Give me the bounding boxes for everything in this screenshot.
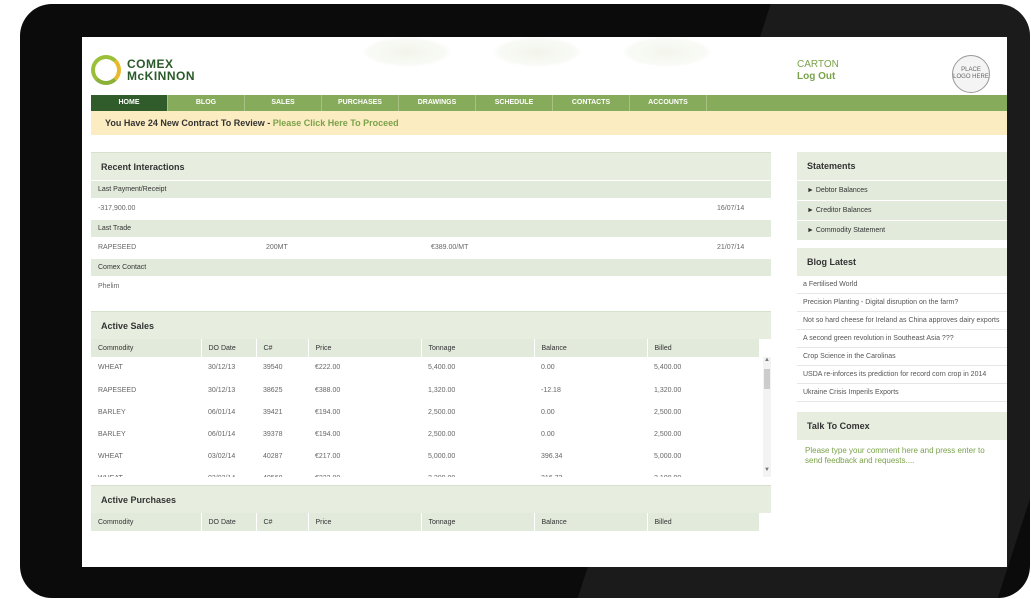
active-sales-title: Active Sales: [91, 311, 771, 339]
recent-interactions-title: Recent Interactions: [91, 152, 771, 180]
logout-link[interactable]: Log Out: [797, 71, 839, 83]
table-row[interactable]: BARLEY 06/01/14 39378 €194.00 2,500.00 0.00 2,…: [91, 423, 760, 446]
comex-contact-label: Comex Contact: [91, 258, 771, 276]
last-payment-row: -317,900.00 16/07/14: [91, 198, 771, 219]
table-row[interactable]: RAPESEED 30/12/13 38625 €388.00 1,320.00 -12.…: [91, 379, 760, 402]
last-payment-value: -317,900.00: [98, 205, 136, 212]
col-balance[interactable]: Balance: [534, 339, 648, 357]
table-row[interactable]: WHEAT03/03/1440560€222.002,200.00316.732…: [91, 467, 760, 477]
scroll-up-icon[interactable]: ▲: [764, 357, 770, 363]
alert-text: You Have 24 New Contract To Review -: [105, 118, 273, 128]
scroll-thumb[interactable]: [764, 369, 770, 389]
blog-item[interactable]: Ukraine Crisis Imperils Exports: [797, 384, 1007, 402]
sidebar: Statements ► Debtor Balances ► Creditor …: [797, 152, 1007, 472]
app-screen: COMEX McKINNON CARTON Log Out PLACE LOGO…: [82, 37, 1007, 567]
nav-purchases[interactable]: PURCHASES: [322, 95, 399, 111]
statement-debtor-balances[interactable]: ► Debtor Balances: [797, 180, 1007, 200]
nav-drawings[interactable]: DRAWINGS: [399, 95, 476, 111]
active-sales-header: Commodity DO Date C# Price Tonnage Balan…: [91, 339, 760, 357]
blog-item[interactable]: USDA re-inforces its prediction for reco…: [797, 366, 1007, 384]
blog-latest-title: Blog Latest: [797, 248, 1007, 276]
sales-scrollbar[interactable]: ▲ ▼: [763, 357, 771, 477]
col-price[interactable]: Price: [308, 513, 422, 531]
col-tonnage[interactable]: Tonnage: [421, 513, 535, 531]
nav-home[interactable]: HOME: [91, 95, 168, 111]
brand-logo[interactable]: COMEX McKINNON: [91, 55, 195, 85]
trade-commodity: RAPESEED: [98, 244, 137, 251]
comex-contact-row: Phelim: [91, 276, 771, 297]
scroll-down-icon[interactable]: ▼: [764, 467, 770, 473]
last-trade-row: RAPESEED 200MT €389.00/MT 21/07/14: [91, 237, 771, 258]
col-tonnage[interactable]: Tonnage: [421, 339, 535, 357]
nav-accounts[interactable]: ACCOUNTS: [630, 95, 707, 111]
col-contract[interactable]: C#: [256, 339, 309, 357]
col-do-date[interactable]: DO Date: [201, 513, 257, 531]
statement-creditor-balances[interactable]: ► Creditor Balances: [797, 200, 1007, 220]
trade-price: €389.00/MT: [431, 244, 469, 251]
statement-commodity[interactable]: ► Commodity Statement: [797, 220, 1007, 240]
nav-sales[interactable]: SALES: [245, 95, 322, 111]
header-leaf-decoration: [362, 37, 812, 77]
nav-contacts[interactable]: CONTACTS: [553, 95, 630, 111]
nav-blog[interactable]: BLOG: [168, 95, 245, 111]
table-row[interactable]: BARLEY 06/01/14 39421 €194.00 2,500.00 0.00 2,…: [91, 401, 760, 424]
blog-item[interactable]: Not so hard cheese for Ireland as China …: [797, 312, 1007, 330]
blog-item[interactable]: A second green revolution in Southeast A…: [797, 330, 1007, 348]
nav-schedule[interactable]: SCHEDULE: [476, 95, 553, 111]
client-logo-placeholder: PLACE LOGO HERE: [952, 55, 990, 93]
user-block: CARTON Log Out: [797, 59, 839, 83]
feedback-input[interactable]: Please type your comment here and press …: [797, 440, 1007, 472]
col-balance[interactable]: Balance: [534, 513, 648, 531]
last-payment-date: 16/07/14: [717, 205, 745, 212]
main-column: Recent Interactions Last Payment/Receipt…: [91, 152, 771, 531]
last-payment-label: Last Payment/Receipt: [91, 180, 771, 198]
col-billed[interactable]: Billed: [647, 339, 760, 357]
active-sales-table: WHEAT 30/12/13 39540 €222.00 5,400.00 0.00 5,4…: [91, 357, 771, 477]
device-frame: COMEX McKINNON CARTON Log Out PLACE LOGO…: [0, 0, 1031, 599]
alert-proceed-link[interactable]: Please Click Here To Proceed: [273, 118, 399, 128]
active-purchases-header: Commodity DO Date C# Price Tonnage Balan…: [91, 513, 760, 531]
trade-tonnage: 200MT: [266, 244, 288, 251]
statements-title: Statements: [797, 152, 1007, 180]
blog-item[interactable]: Crop Science in the Carolinas: [797, 348, 1007, 366]
col-billed[interactable]: Billed: [647, 513, 760, 531]
talk-to-comex-title: Talk To Comex: [797, 412, 1007, 440]
col-commodity[interactable]: Commodity: [91, 339, 202, 357]
last-trade-label: Last Trade: [91, 219, 771, 237]
col-price[interactable]: Price: [308, 339, 422, 357]
blog-item[interactable]: a Fertilised World: [797, 276, 1007, 294]
col-contract[interactable]: C#: [256, 513, 309, 531]
col-do-date[interactable]: DO Date: [201, 339, 257, 357]
blog-item[interactable]: Precision Planting - Digital disruption …: [797, 294, 1007, 312]
main-nav: HOME BLOG SALES PURCHASES DRAWINGS SCHED…: [91, 95, 1007, 111]
contact-name[interactable]: Phelim: [98, 276, 119, 297]
header: COMEX McKINNON CARTON Log Out PLACE LOGO…: [82, 37, 1007, 95]
trade-date: 21/07/14: [717, 244, 745, 251]
wheat-wreath-icon: [91, 55, 121, 85]
contract-alert-banner: You Have 24 New Contract To Review - Ple…: [91, 111, 1007, 135]
brand-line2: McKINNON: [127, 69, 196, 83]
table-row[interactable]: WHEAT 30/12/13 39540 €222.00 5,400.00 0.00 5,4…: [91, 357, 760, 380]
tablet-bezel: COMEX McKINNON CARTON Log Out PLACE LOGO…: [20, 4, 1030, 598]
sales-body: WHEAT 30/12/13 39540 €222.00 5,400.00 0.00 5,4…: [91, 357, 760, 477]
username: CARTON: [797, 59, 839, 70]
active-purchases-title: Active Purchases: [91, 485, 771, 513]
col-commodity[interactable]: Commodity: [91, 513, 202, 531]
table-row[interactable]: WHEAT 03/02/14 40287 €217.00 5,000.00 396.34 5…: [91, 445, 760, 468]
